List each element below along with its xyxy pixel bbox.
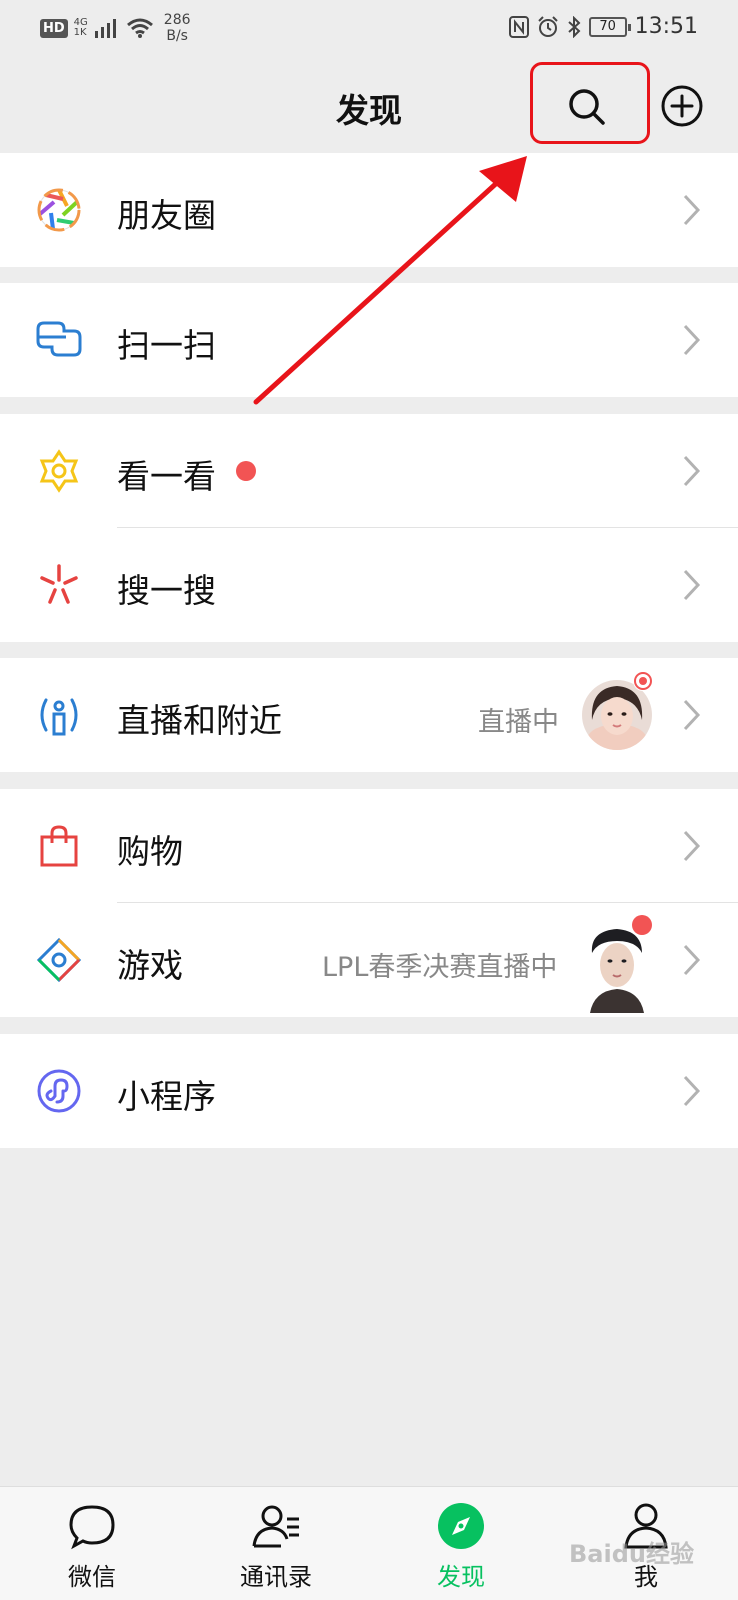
menu-item-live-nearby[interactable]: 直播和附近 直播中 (0, 658, 738, 772)
status-bar-left: HD 4G 1K 286 B/s (40, 12, 191, 44)
menu-item-label: 朋友圈 (117, 196, 216, 235)
tab-label: 微信 (68, 1563, 116, 1591)
group-scan: 扫一扫 (0, 283, 738, 397)
status-bar: HD 4G 1K 286 B/s 70 13:51 (0, 0, 738, 56)
network-rate-label: 1K (73, 27, 87, 38)
menu-item-scan[interactable]: 扫一扫 (0, 283, 738, 397)
speed-unit: B/s (166, 28, 188, 44)
group-moments: 朋友圈 (0, 153, 738, 267)
hd-badge: HD (40, 18, 68, 38)
top-stories-icon (39, 449, 79, 493)
clock: 13:51 (634, 14, 698, 39)
chevron-right-icon (683, 569, 701, 601)
chat-bubble-icon (69, 1505, 115, 1550)
status-bar-right: 70 13:51 (508, 14, 698, 39)
chevron-right-icon (683, 455, 701, 487)
chevron-right-icon (683, 699, 701, 731)
battery-indicator: 70 (588, 16, 631, 37)
add-button[interactable] (660, 84, 704, 128)
new-content-dot (236, 461, 256, 481)
scan-icon (36, 321, 82, 357)
chevron-right-icon (683, 1075, 701, 1107)
search-highlight-annotation (530, 62, 650, 144)
menu-item-shopping[interactable]: 购物 (0, 789, 738, 903)
menu-item-label: 购物 (117, 832, 183, 871)
nfc-icon (508, 15, 529, 38)
speed-value: 286 (163, 12, 191, 28)
menu-item-search[interactable]: 搜一搜 (0, 528, 738, 642)
contacts-icon (252, 1505, 299, 1548)
mini-program-icon (37, 1069, 81, 1113)
tab-label: 通讯录 (240, 1563, 312, 1591)
search-sparkle-icon (40, 564, 78, 604)
menu-item-label: 小程序 (117, 1077, 216, 1116)
shopping-bag-icon (40, 825, 78, 867)
network-speed: 286 B/s (164, 12, 191, 44)
signal-icon (94, 19, 116, 38)
moments-aperture-icon (37, 188, 81, 232)
network-type: 4G 1K (74, 18, 88, 38)
menu-item-top-stories[interactable]: 看一看 (0, 414, 738, 528)
games-status-text: LPL春季决赛直播中 (322, 952, 558, 983)
menu-item-label: 搜一搜 (117, 571, 216, 610)
watermark: Baidu经验 (569, 1540, 694, 1568)
bluetooth-icon (567, 15, 581, 38)
games-icon (36, 937, 82, 983)
wifi-icon (126, 18, 153, 38)
games-promo-avatar (584, 923, 650, 1013)
tab-discover[interactable]: 发现 (391, 1487, 531, 1600)
menu-item-label: 游戏 (117, 946, 183, 985)
menu-item-games[interactable]: 游戏 LPL春季决赛直播中 (0, 903, 738, 1017)
compass-icon (438, 1503, 484, 1549)
menu-item-label: 直播和附近 (117, 701, 282, 740)
menu-item-label: 扫一扫 (117, 326, 216, 365)
menu-item-mini-programs[interactable]: 小程序 (0, 1034, 738, 1148)
group-mini-programs: 小程序 (0, 1034, 738, 1148)
menu-item-label: 看一看 (117, 457, 216, 496)
live-status-text: 直播中 (478, 707, 559, 738)
live-nearby-icon (40, 698, 78, 736)
group-shopping-games: 购物 游戏 LPL春季决赛直播中 (0, 789, 738, 1017)
group-stories-search: 看一看 搜一搜 (0, 414, 738, 642)
alarm-icon (537, 15, 558, 37)
tab-chats[interactable]: 微信 (22, 1487, 162, 1600)
tab-contacts[interactable]: 通讯录 (206, 1487, 346, 1600)
menu-item-moments[interactable]: 朋友圈 (0, 153, 738, 267)
tab-label: 发现 (437, 1563, 485, 1591)
live-indicator-icon (633, 671, 653, 691)
chevron-right-icon (683, 944, 701, 976)
group-live-nearby: 直播和附近 直播中 (0, 658, 738, 772)
chevron-right-icon (683, 194, 701, 226)
games-new-dot (632, 915, 652, 935)
chevron-right-icon (683, 830, 701, 862)
chevron-right-icon (683, 324, 701, 356)
